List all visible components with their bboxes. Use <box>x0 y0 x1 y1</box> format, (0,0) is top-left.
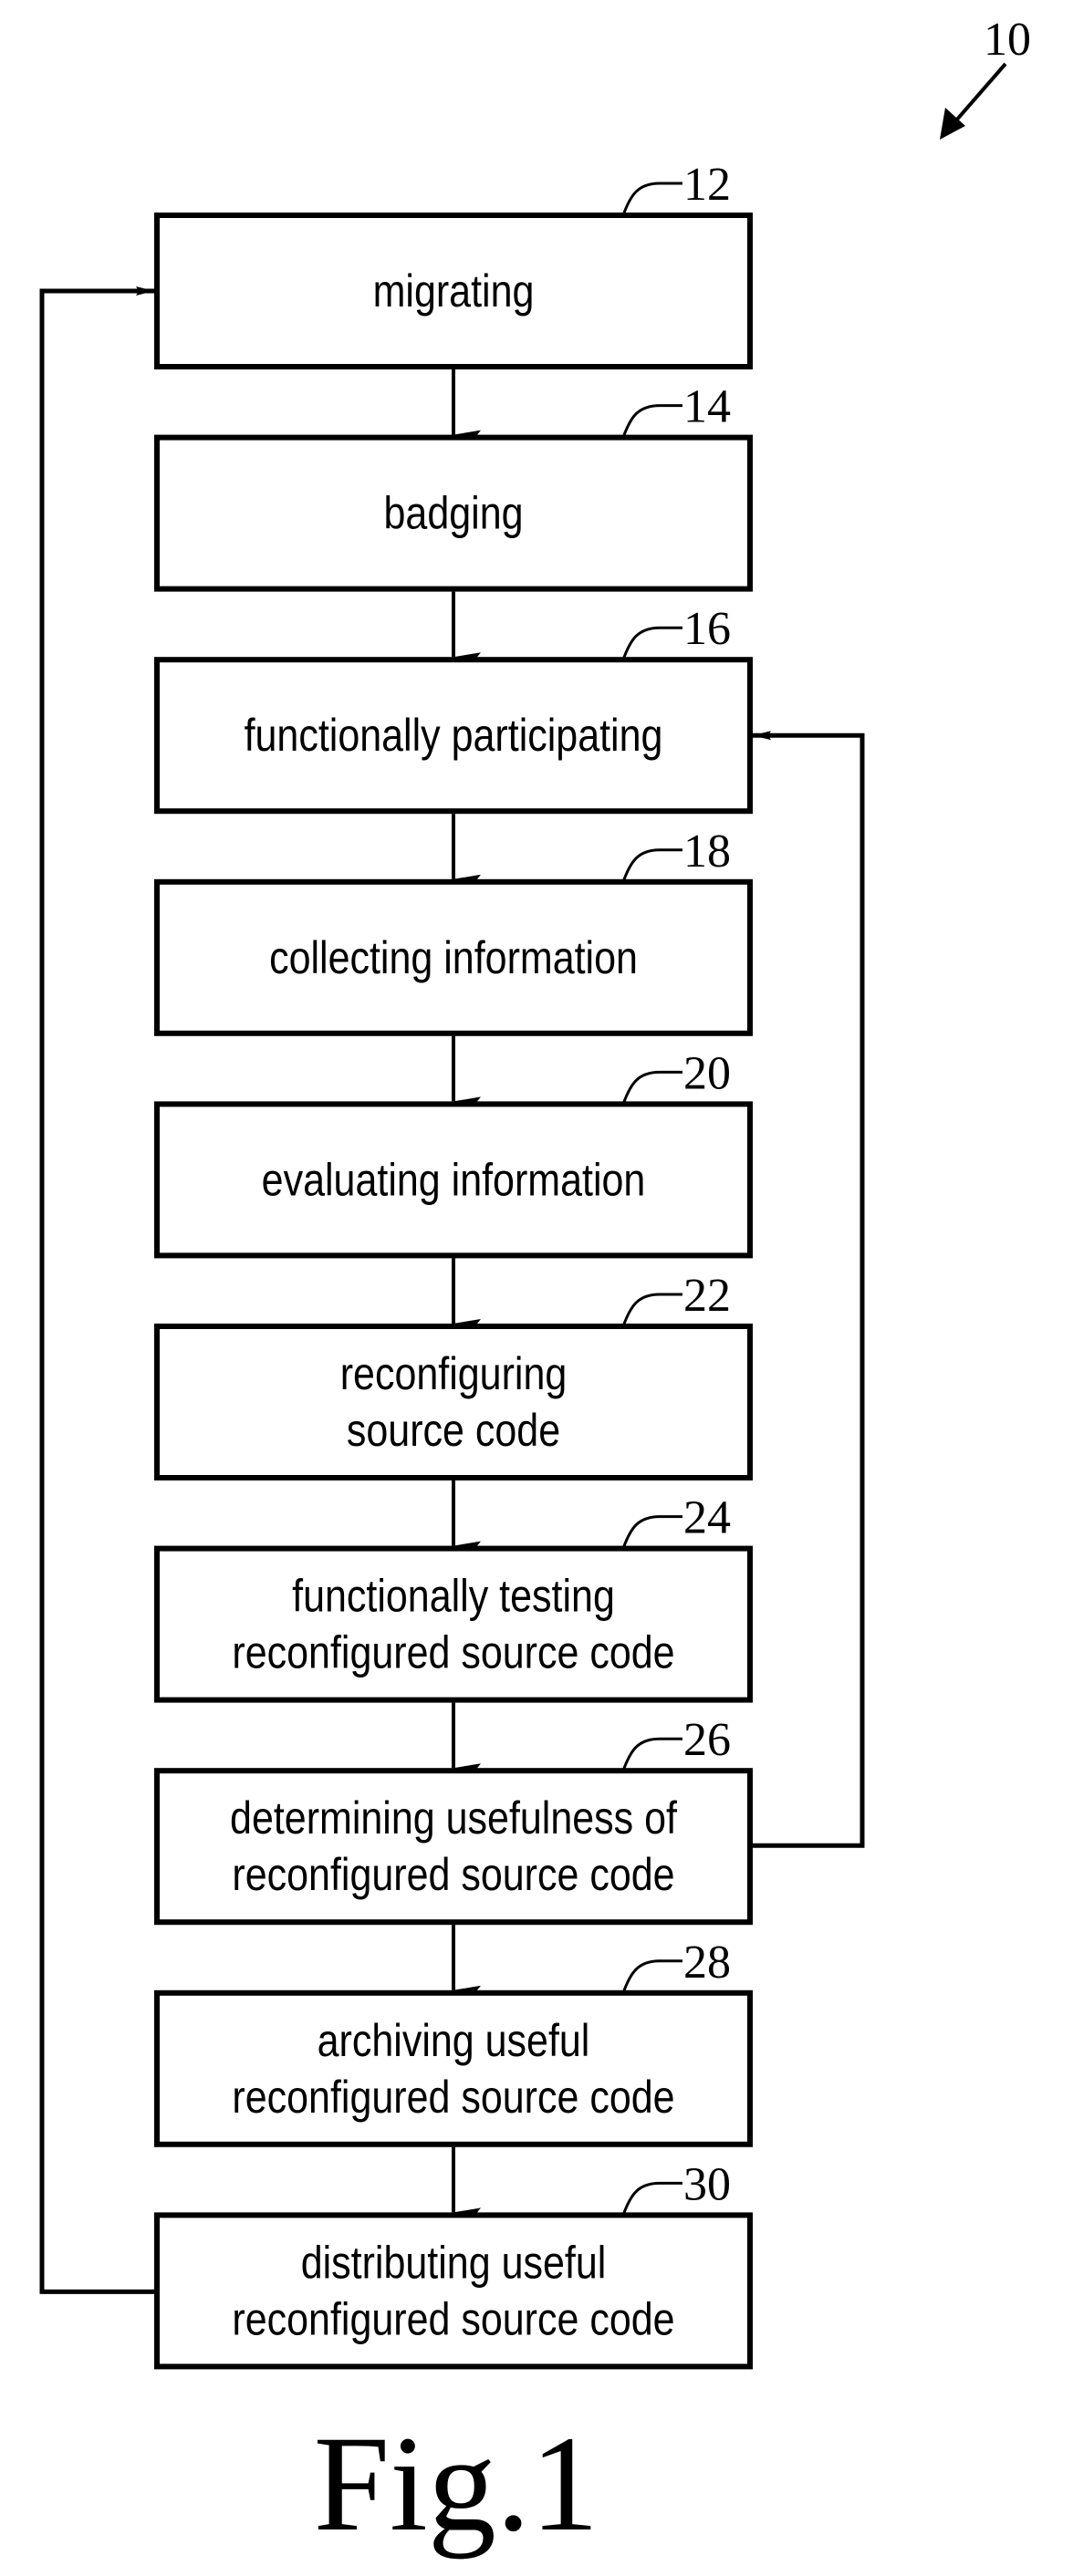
step-label: reconfigured source code <box>232 2293 674 2344</box>
reference-leader-line <box>621 1070 682 1105</box>
reference-leader-line <box>621 182 682 216</box>
step-label: reconfiguring <box>340 1348 568 1399</box>
step-reference-number: 24 <box>683 1492 731 1544</box>
reference-leader-line <box>621 1515 682 1550</box>
step-label: reconfigured source code <box>232 1849 674 1900</box>
reference-leader-line <box>621 1959 682 1994</box>
step-label: badging <box>383 488 523 539</box>
step-label: reconfigured source code <box>232 2072 674 2123</box>
figure-caption: Fig.1 <box>314 2408 599 2560</box>
step-label: collecting information <box>269 932 638 983</box>
step-label: reconfigured source code <box>232 1627 674 1678</box>
reference-leader-line <box>621 848 682 883</box>
feedback-loop-30-to-12 <box>39 286 157 2294</box>
reference-leader-line <box>621 626 682 660</box>
step-reference-number: 12 <box>683 159 731 211</box>
reference-leader-line <box>621 2181 682 2216</box>
step-label: distributing useful <box>301 2237 607 2288</box>
reference-leader-line <box>621 404 682 439</box>
step-reference-number: 16 <box>683 603 731 655</box>
feedback-loop-26-to-16 <box>750 731 865 1848</box>
step-reference-number: 28 <box>683 1937 731 1989</box>
step-label: functionally participating <box>245 710 663 761</box>
reference-leader-line <box>621 1293 682 1327</box>
step-reference-number: 14 <box>683 381 731 433</box>
step-label: determining usefulness of <box>230 1792 678 1844</box>
step-label: archiving useful <box>318 2015 590 2066</box>
step-reference-number: 22 <box>683 1270 731 1322</box>
step-label: migrating <box>373 265 535 317</box>
step-reference-number: 26 <box>683 1714 731 1766</box>
step-reference-number: 18 <box>683 826 731 878</box>
reference-leader-line <box>621 1737 682 1771</box>
flowchart-diagram: 10 migrating 12 badging 14 functionally part… <box>39 14 1031 2560</box>
figure-reference-number: 10 <box>984 14 1031 66</box>
figure-reference-arrow <box>940 62 1007 140</box>
step-reference-number: 20 <box>683 1047 731 1099</box>
step-label: evaluating information <box>262 1154 646 1205</box>
step-box-12: migrating 12 <box>154 159 753 369</box>
step-label: functionally testing <box>292 1571 615 1622</box>
step-label: source code <box>347 1405 560 1456</box>
step-reference-number: 30 <box>683 2158 731 2210</box>
